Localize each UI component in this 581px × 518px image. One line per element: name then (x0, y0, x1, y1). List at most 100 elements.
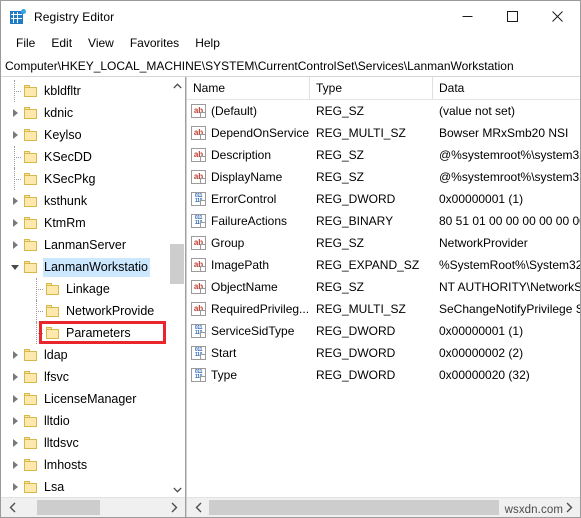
tree-item-keylso[interactable]: Keylso (1, 124, 169, 146)
values-list[interactable]: ab (Default) REG_SZ (value not set) ab Depend… (187, 100, 580, 498)
value-name-cell: ab ObjectName (187, 280, 310, 294)
tree-item-ksecdd[interactable]: KSecDD (1, 146, 169, 168)
value-row[interactable]: 011 110 FailureActions REG_BINARY 80 51 01 0… (187, 210, 580, 232)
value-type-cell: REG_DWORD (316, 346, 396, 360)
menu-file[interactable]: File (8, 34, 43, 53)
tree-hscroll-left-button[interactable] (3, 498, 22, 517)
value-name-cell: 011 110 Type (187, 368, 310, 382)
values-column-headers: Name Type Data (187, 77, 580, 100)
string-value-icon: ab (191, 302, 206, 316)
value-row[interactable]: 011 110 ServiceSidType REG_DWORD 0x00000001 … (187, 320, 580, 342)
tree-item-label: lfsvc (44, 369, 69, 384)
folder-icon (23, 370, 39, 384)
menu-favorites[interactable]: Favorites (122, 34, 187, 53)
value-row[interactable]: 011 110 Start REG_DWORD 0x00000002 (2) (187, 342, 580, 364)
value-name: FailureActions (211, 214, 288, 228)
menu-bar: File Edit View Favorites Help (1, 32, 580, 55)
value-data-cell: 0x00000020 (32) (439, 368, 530, 382)
tree-vertical-scrollbar[interactable] (168, 77, 185, 498)
window-controls (445, 1, 580, 32)
chevron-right-icon[interactable] (7, 410, 23, 432)
tree-scroll-up-button[interactable] (169, 77, 185, 94)
main-split: kbldfltr kdnic Keylso KSecDD KSecPkg ksthunk K… (1, 77, 580, 517)
value-row[interactable]: ab Group REG_SZ NetworkProvider (187, 232, 580, 254)
tree-item-networkprovide[interactable]: NetworkProvide (1, 300, 169, 322)
chevron-right-icon[interactable] (7, 366, 23, 388)
menu-edit[interactable]: Edit (43, 34, 80, 53)
column-header-name[interactable]: Name (187, 77, 310, 99)
chevron-right-icon[interactable] (7, 212, 23, 234)
minimize-icon[interactable] (445, 1, 490, 32)
values-hscroll-thumb[interactable] (209, 500, 499, 515)
tree-item-ksecpkg[interactable]: KSecPkg (1, 168, 169, 190)
tree-item-lltdsvc[interactable]: lltdsvc (1, 432, 169, 454)
value-name: DependOnService (211, 126, 310, 140)
tree-item-kbldfltr[interactable]: kbldfltr (1, 80, 169, 102)
value-row[interactable]: ab DisplayName REG_SZ @%systemroot%\system3… (187, 166, 580, 188)
tree-connector (29, 278, 45, 300)
tree-item-linkage[interactable]: Linkage (1, 278, 169, 300)
value-row[interactable]: ab ObjectName REG_SZ NT AUTHORITY\NetworkSe (187, 276, 580, 298)
chevron-right-icon[interactable] (7, 124, 23, 146)
tree-item-parameters[interactable]: Parameters (1, 322, 169, 344)
tree-item-lmhosts[interactable]: lmhosts (1, 454, 169, 476)
tree-hscroll-thumb[interactable] (37, 500, 100, 515)
registry-tree[interactable]: kbldfltr kdnic Keylso KSecDD KSecPkg ksthunk K… (1, 77, 169, 498)
chevron-right-icon[interactable] (7, 190, 23, 212)
tree-item-lltdio[interactable]: lltdio (1, 410, 169, 432)
folder-icon (23, 194, 39, 208)
value-row[interactable]: 011 110 ErrorControl REG_DWORD 0x00000001 (1… (187, 188, 580, 210)
tree-item-lfsvc[interactable]: lfsvc (1, 366, 169, 388)
tree-item-lanmanworkstatio[interactable]: LanmanWorkstatio (1, 256, 169, 278)
close-icon[interactable] (535, 1, 580, 32)
tree-item-ktmrm[interactable]: KtmRm (1, 212, 169, 234)
chevron-right-icon[interactable] (7, 454, 23, 476)
column-header-data[interactable]: Data (433, 77, 580, 99)
address-bar[interactable]: Computer\HKEY_LOCAL_MACHINE\SYSTEM\Curre… (1, 55, 580, 77)
value-row[interactable]: ab DependOnService REG_MULTI_SZ Bowser MRxS… (187, 122, 580, 144)
value-type-cell: REG_SZ (316, 148, 365, 162)
tree-horizontal-scrollbar[interactable] (1, 497, 185, 517)
chevron-right-icon[interactable] (7, 234, 23, 256)
chevron-right-icon[interactable] (7, 432, 23, 454)
chevron-right-icon[interactable] (7, 344, 23, 366)
tree-item-label: kdnic (44, 105, 74, 120)
tree-item-label: ksthunk (44, 193, 88, 208)
chevron-right-icon[interactable] (7, 476, 23, 498)
value-row[interactable]: ab (Default) REG_SZ (value not set) (187, 100, 580, 122)
tree-hscroll-right-button[interactable] (164, 498, 183, 517)
tree-item-kdnic[interactable]: kdnic (1, 102, 169, 124)
folder-icon (45, 304, 61, 318)
chevron-down-icon[interactable] (7, 256, 23, 278)
tree-item-lsa[interactable]: Lsa (1, 476, 169, 498)
tree-item-label: lltdsvc (44, 435, 79, 450)
tree-scroll-thumb[interactable] (170, 244, 184, 284)
value-data-cell: @%systemroot%\system32\ (439, 148, 580, 162)
value-row[interactable]: 011 110 Type REG_DWORD 0x00000020 (32) (187, 364, 580, 386)
values-hscroll-left-button[interactable] (189, 498, 208, 517)
value-row[interactable]: ab Description REG_SZ @%systemroot%\system3… (187, 144, 580, 166)
value-name-cell: ab (Default) (187, 104, 310, 118)
value-row[interactable]: ab ImagePath REG_EXPAND_SZ %SystemRoot%\Sys… (187, 254, 580, 276)
value-row[interactable]: ab RequiredPrivileg... REG_MULTI_SZ SeChang… (187, 298, 580, 320)
folder-icon (23, 84, 39, 98)
menu-view[interactable]: View (80, 34, 122, 53)
maximize-icon[interactable] (490, 1, 535, 32)
folder-icon (23, 172, 39, 186)
tree-item-lanmanserver[interactable]: LanmanServer (1, 234, 169, 256)
folder-icon (23, 150, 39, 164)
tree-item-ksthunk[interactable]: ksthunk (1, 190, 169, 212)
value-data-cell: 0x00000001 (1) (439, 192, 524, 206)
tree-item-ldap[interactable]: ldap (1, 344, 169, 366)
value-name-cell: ab Group (187, 236, 310, 250)
chevron-right-icon[interactable] (7, 388, 23, 410)
tree-scroll-track[interactable] (169, 94, 185, 481)
column-header-type[interactable]: Type (310, 77, 433, 99)
tree-item-label: Parameters (66, 325, 131, 340)
tree-item-licensemanager[interactable]: LicenseManager (1, 388, 169, 410)
value-name: Description (211, 148, 272, 162)
chevron-right-icon[interactable] (7, 102, 23, 124)
tree-connector (7, 80, 23, 102)
menu-help[interactable]: Help (187, 34, 228, 53)
tree-scroll-down-button[interactable] (169, 481, 185, 498)
